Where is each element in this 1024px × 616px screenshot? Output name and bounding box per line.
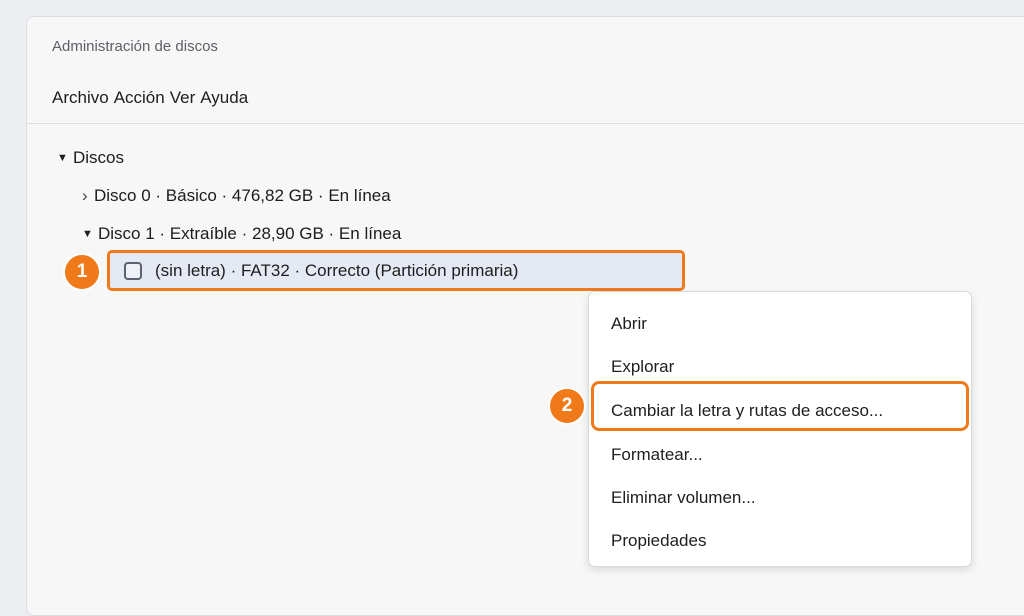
menu-archivo[interactable]: Archivo bbox=[52, 88, 109, 108]
menu-separator bbox=[27, 123, 1024, 124]
tree-node-disk0[interactable]: › Disco 0 · Básico · 476,82 GB · En líne… bbox=[82, 186, 391, 206]
menu-ver[interactable]: Ver bbox=[170, 88, 196, 108]
step-badge-1: 1 bbox=[63, 253, 101, 291]
window-title: Administración de discos bbox=[52, 38, 218, 55]
menu-item-explorar[interactable]: Explorar bbox=[611, 357, 674, 377]
step-badge-2: 2 bbox=[548, 387, 586, 425]
collapsed-chevron-icon[interactable]: › bbox=[82, 186, 94, 206]
volume-row-selected[interactable]: (sin letra) · FAT32 · Correcto (Partició… bbox=[107, 250, 685, 291]
menu-item-formatear[interactable]: Formatear... bbox=[611, 445, 703, 465]
menu-item-abrir[interactable]: Abrir bbox=[611, 314, 647, 334]
tree-node-disk1[interactable]: ▼ Disco 1 · Extraíble · 28,90 GB · En lí… bbox=[82, 224, 401, 244]
menu-ayuda[interactable]: Ayuda bbox=[200, 88, 248, 108]
menu-accion[interactable]: Acción bbox=[114, 88, 165, 108]
tree-label-discos: Discos bbox=[73, 148, 125, 167]
menu-bar: Archivo Acción Ver Ayuda bbox=[52, 88, 248, 108]
tree-label-disk0: Disco 0 · Básico · 476,82 GB · En línea bbox=[94, 186, 391, 205]
menu-item-eliminar-volumen[interactable]: Eliminar volumen... bbox=[611, 488, 756, 508]
tree-label-disk1: Disco 1 · Extraíble · 28,90 GB · En líne… bbox=[98, 224, 402, 243]
expanded-caret-icon[interactable]: ▼ bbox=[57, 152, 73, 164]
volume-checkbox[interactable] bbox=[124, 261, 142, 280]
tree-node-discos[interactable]: ▼ Discos bbox=[57, 148, 124, 168]
menu-item-propiedades[interactable]: Propiedades bbox=[611, 531, 706, 551]
volume-label: (sin letra) · FAT32 · Correcto (Partició… bbox=[155, 260, 519, 280]
menu-item-highlight bbox=[591, 381, 969, 431]
expanded-caret-icon[interactable]: ▼ bbox=[82, 228, 98, 240]
